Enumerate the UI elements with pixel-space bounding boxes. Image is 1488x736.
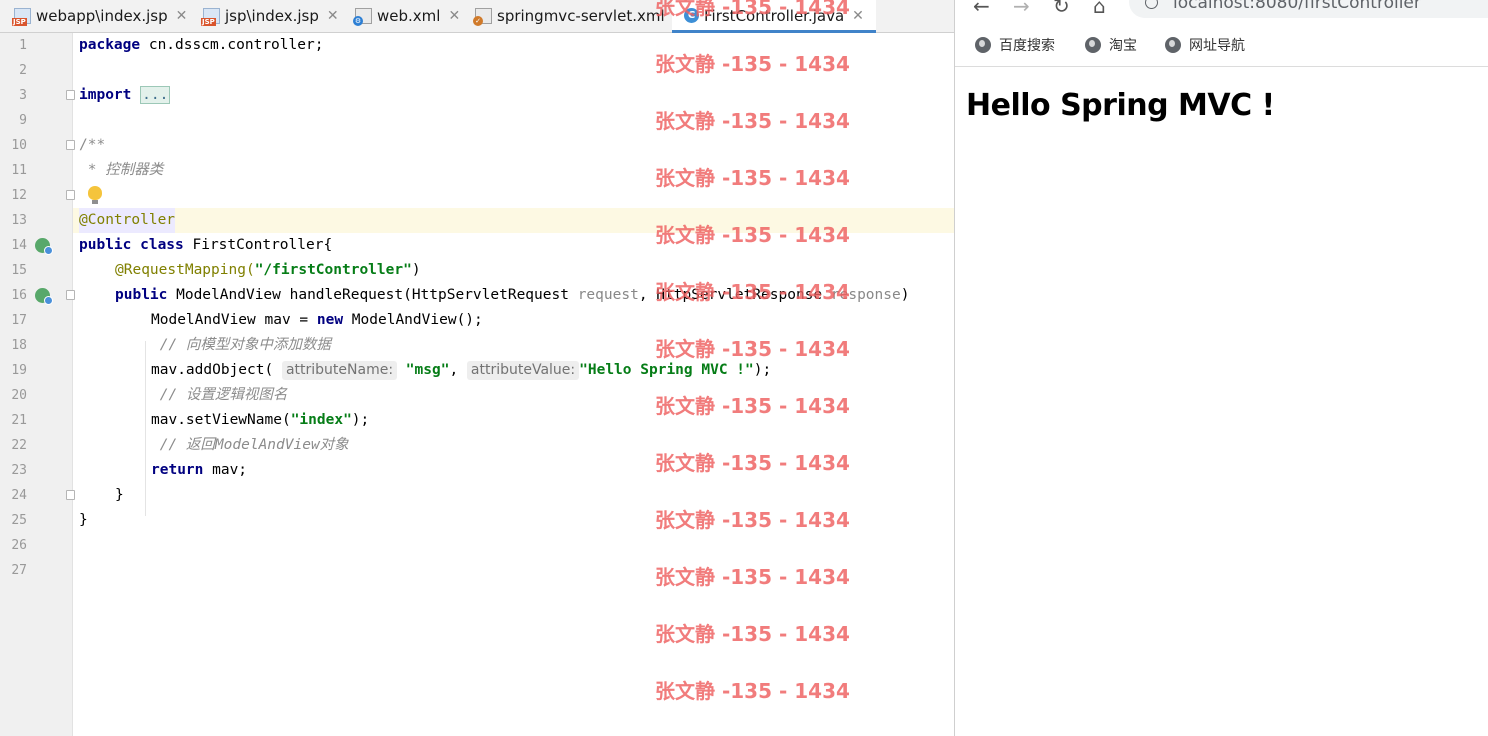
jsp-file-icon: JSP <box>201 7 220 26</box>
tab-firstcontroller-java[interactable]: C FirstController.java ✕ <box>672 0 876 33</box>
line-number: 25 <box>11 513 27 528</box>
reload-icon[interactable]: ↻ <box>1053 0 1070 18</box>
close-icon[interactable]: ✕ <box>176 8 188 24</box>
browser-toolbar: ← → ↻ ⌂ localhost:8080/firstController <box>955 0 1488 20</box>
forward-arrow-icon[interactable]: → <box>1013 0 1030 18</box>
editor-tab-bar: JSP webapp\index.jsp ✕ JSP jsp\index.jsp… <box>0 0 954 33</box>
tab-jsp-index-jsp[interactable]: JSP jsp\index.jsp ✕ <box>201 0 339 31</box>
code-line[interactable]: ModelAndView mav = new ModelAndView(); <box>73 308 954 333</box>
line-number: 16 <box>11 288 27 303</box>
line-number: 12 <box>11 188 27 203</box>
tab-label: FirstController.java <box>704 6 845 25</box>
java-class-icon: C <box>684 8 699 23</box>
bookmark-taobao[interactable]: 淘宝 <box>1085 31 1137 58</box>
line-number: 20 <box>11 388 27 403</box>
tab-label: jsp\index.jsp <box>225 6 319 25</box>
editor-gutter: 1 2 3 9 10 11 12 13 14 15 16 17 18 19 20… <box>0 33 75 736</box>
code-line[interactable]: // 设置逻辑视图名 <box>73 383 954 408</box>
code-line[interactable]: // 返回ModelAndView对象 <box>73 433 954 458</box>
line-number: 21 <box>11 413 27 428</box>
code-line[interactable]: package cn.dsscm.controller; <box>73 33 954 58</box>
line-number: 10 <box>11 138 27 153</box>
code-line[interactable]: // 向模型对象中添加数据 <box>73 333 954 358</box>
line-number: 9 <box>19 113 27 128</box>
line-number: 14 <box>11 238 27 253</box>
line-number: 19 <box>11 363 27 378</box>
bookmark-baidu[interactable]: 百度搜索 <box>975 31 1055 58</box>
code-line[interactable]: mav.addObject( attributeName: "msg", att… <box>73 358 954 383</box>
tab-webapp-index-jsp[interactable]: JSP webapp\index.jsp ✕ <box>12 0 188 31</box>
code-editor[interactable]: package cn.dsscm.controller; import ... … <box>73 33 954 736</box>
line-number: 3 <box>19 88 27 103</box>
line-number: 23 <box>11 463 27 478</box>
tab-springmvc-servlet-xml[interactable]: ✓ springmvc-servlet.xml ✕ <box>473 0 684 31</box>
code-line[interactable] <box>73 183 954 208</box>
code-line[interactable]: /** <box>73 133 954 158</box>
bookmarks-bar: 百度搜索 淘宝 网址导航 <box>955 31 1488 67</box>
line-number: 15 <box>11 263 27 278</box>
globe-icon <box>1085 36 1101 53</box>
line-number: 24 <box>11 488 27 503</box>
code-line[interactable]: return mav; <box>73 458 954 483</box>
jsp-file-icon: JSP <box>12 7 31 26</box>
spring-request-mapping-icon[interactable] <box>35 288 53 305</box>
code-line[interactable]: * 控制器类 <box>73 158 954 183</box>
browser-window: ← → ↻ ⌂ localhost:8080/firstController 百… <box>954 0 1488 736</box>
address-url[interactable]: localhost:8080/firstController <box>1173 0 1421 13</box>
code-line-current[interactable]: @Controller <box>73 208 954 233</box>
globe-icon <box>975 36 991 53</box>
page-heading: Hello Spring MVC ! <box>966 88 1275 123</box>
tab-label: springmvc-servlet.xml <box>497 6 665 25</box>
code-line[interactable]: @RequestMapping("/firstController") <box>73 258 954 283</box>
ide-window: JSP webapp\index.jsp ✕ JSP jsp\index.jsp… <box>0 0 954 736</box>
address-bar[interactable]: localhost:8080/firstController <box>1129 0 1488 18</box>
bookmark-label: 网址导航 <box>1189 37 1245 54</box>
close-icon[interactable]: ✕ <box>448 8 460 24</box>
line-number: 27 <box>11 563 27 578</box>
line-number: 26 <box>11 538 27 553</box>
lightbulb-icon[interactable] <box>88 186 102 204</box>
bookmark-label: 百度搜索 <box>999 37 1055 54</box>
line-number: 17 <box>11 313 27 328</box>
tab-web-xml[interactable]: ⚙ web.xml ✕ <box>353 0 460 31</box>
home-icon[interactable]: ⌂ <box>1093 0 1106 18</box>
globe-icon <box>1165 36 1181 53</box>
line-number: 18 <box>11 338 27 353</box>
spring-bean-icon[interactable] <box>35 238 53 255</box>
line-number: 11 <box>11 163 27 178</box>
code-line[interactable]: } <box>73 483 954 508</box>
back-arrow-icon[interactable]: ← <box>973 0 990 18</box>
code-line[interactable]: import ... <box>73 83 954 108</box>
spring-xml-file-icon: ✓ <box>473 7 492 26</box>
tab-label: webapp\index.jsp <box>36 6 168 25</box>
site-info-icon[interactable] <box>1145 0 1158 9</box>
code-line[interactable]: } <box>73 508 954 533</box>
line-number: 13 <box>11 213 27 228</box>
code-line[interactable]: public ModelAndView handleRequest(HttpSe… <box>73 283 954 308</box>
bookmark-nav[interactable]: 网址导航 <box>1165 31 1245 58</box>
line-number: 22 <box>11 438 27 453</box>
line-number: 2 <box>19 63 27 78</box>
close-icon[interactable]: ✕ <box>327 8 339 24</box>
code-line[interactable]: public class FirstController{ <box>73 233 954 258</box>
bookmark-label: 淘宝 <box>1109 37 1137 54</box>
param-hint-attribute-name: attributeName: <box>281 361 398 380</box>
param-hint-attribute-value: attributeValue: <box>466 361 580 380</box>
close-icon[interactable]: ✕ <box>852 8 864 24</box>
tab-label: web.xml <box>377 6 441 25</box>
folded-imports[interactable]: ... <box>140 86 171 104</box>
line-number: 1 <box>19 38 27 53</box>
xml-file-icon: ⚙ <box>353 7 372 26</box>
code-line[interactable]: mav.setViewName("index"); <box>73 408 954 433</box>
